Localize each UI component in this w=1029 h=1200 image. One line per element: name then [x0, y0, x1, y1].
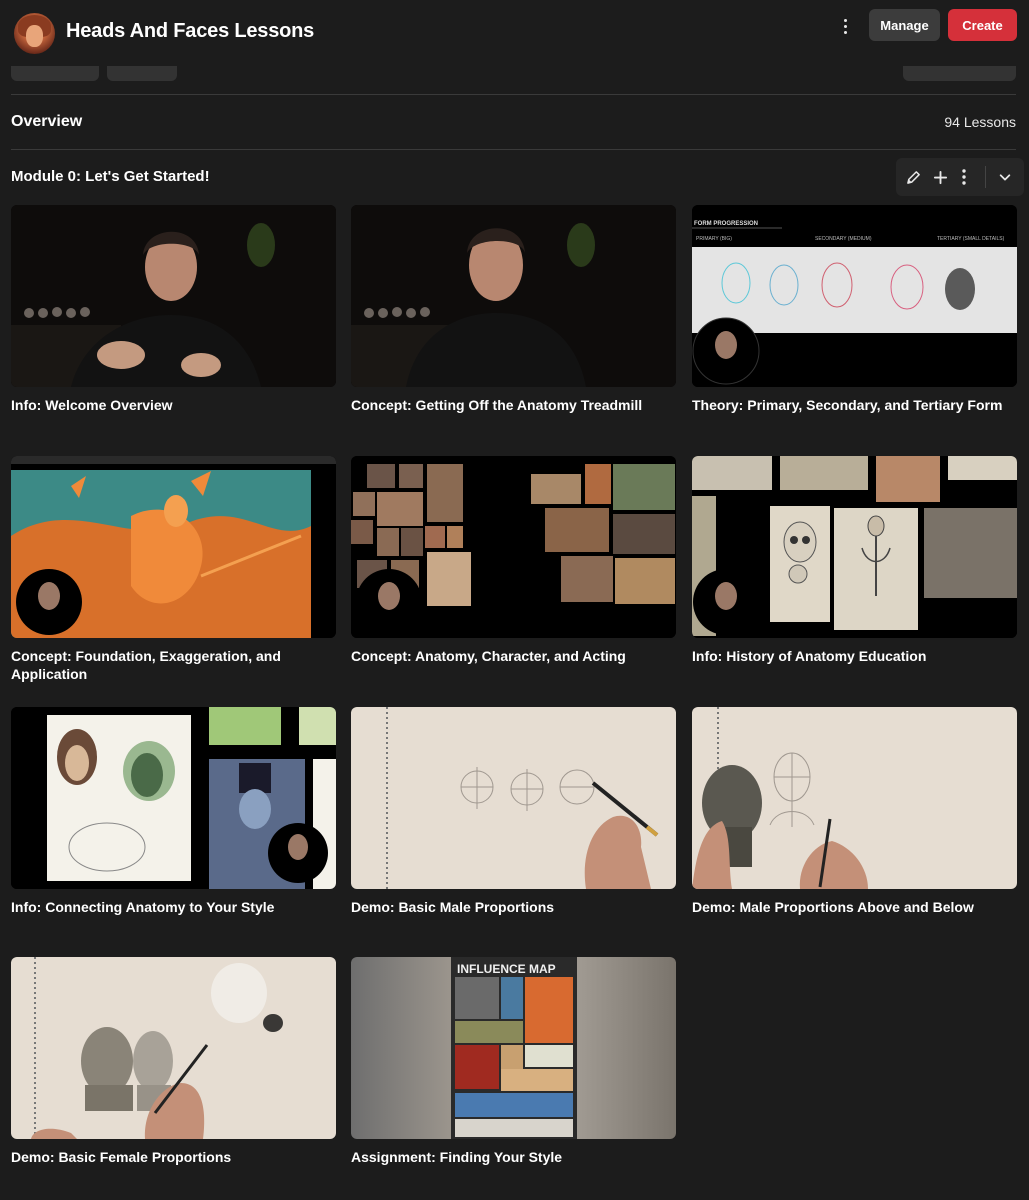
lesson-title: Concept: Foundation, Exaggeration, and A… — [11, 648, 281, 682]
lesson-card[interactable]: INFLUENCE MAP Assignment: Finding Your S… — [351, 957, 676, 1166]
toolbar-separator — [985, 166, 986, 188]
page-title: Heads And Faces Lessons — [66, 20, 315, 42]
lesson-title: Demo: Male Proportions Above and Below — [692, 899, 974, 915]
lesson-thumbnail[interactable] — [351, 205, 676, 387]
lesson-title: Theory: Primary, Secondary, and Tertiary… — [692, 397, 1003, 413]
lesson-thumbnail[interactable] — [11, 707, 336, 889]
thumb-label: SECONDARY (MEDIUM) — [815, 236, 872, 242]
create-button[interactable]: Create — [948, 9, 1017, 41]
lesson-card[interactable]: Info: Connecting Anatomy to Your Style — [11, 707, 336, 916]
pencil-icon[interactable] — [900, 158, 926, 196]
chevron-down-icon[interactable] — [992, 158, 1018, 196]
lesson-title: Concept: Anatomy, Character, and Acting — [351, 648, 626, 664]
filter-pill[interactable] — [11, 66, 99, 81]
course-avatar[interactable] — [14, 13, 55, 54]
module-title: Module 0: Let's Get Started! — [11, 168, 210, 185]
thumb-label: TERTIARY (SMALL DETAILS) — [937, 236, 1005, 242]
lesson-thumbnail[interactable]: INFLUENCE MAP — [351, 957, 676, 1139]
kebab-menu-icon[interactable] — [951, 158, 977, 196]
kebab-menu-icon[interactable] — [836, 14, 854, 38]
lesson-thumbnail[interactable]: FORM PROGRESSION PRIMARY (BIG) SECONDARY… — [692, 205, 1017, 387]
lesson-card[interactable]: FORM PROGRESSION PRIMARY (BIG) SECONDARY… — [692, 205, 1017, 414]
plus-icon[interactable] — [927, 158, 953, 196]
lesson-thumbnail[interactable] — [351, 707, 676, 889]
lesson-thumbnail[interactable] — [692, 707, 1017, 889]
lesson-thumbnail[interactable] — [351, 456, 676, 638]
thumb-heading: INFLUENCE MAP — [457, 962, 556, 976]
lesson-title: Demo: Basic Male Proportions — [351, 899, 555, 915]
lesson-title: Info: Connecting Anatomy to Your Style — [11, 899, 275, 915]
lesson-card[interactable]: Concept: Anatomy, Character, and Acting — [351, 456, 676, 665]
manage-button[interactable]: Manage — [869, 9, 940, 41]
lesson-card[interactable]: Concept: Getting Off the Anatomy Treadmi… — [351, 205, 676, 414]
lesson-card[interactable]: Info: Welcome Overview — [11, 205, 336, 414]
lesson-card[interactable]: Demo: Basic Male Proportions — [351, 707, 676, 916]
lesson-thumbnail[interactable] — [11, 205, 336, 387]
lesson-title: Concept: Getting Off the Anatomy Treadmi… — [351, 397, 643, 413]
lesson-thumbnail[interactable] — [692, 456, 1017, 638]
app-header: Heads And Faces Lessons Manage Create — [0, 0, 1029, 66]
thumb-label: PRIMARY (BIG) — [696, 236, 732, 242]
lesson-thumbnail[interactable] — [11, 957, 336, 1139]
lesson-count: 94 Lessons — [944, 114, 1016, 130]
lesson-title: Info: Welcome Overview — [11, 397, 173, 413]
lesson-thumbnail[interactable] — [11, 456, 336, 638]
lesson-card[interactable]: Demo: Male Proportions Above and Below — [692, 707, 1017, 916]
thumb-heading: FORM PROGRESSION — [694, 221, 758, 227]
lesson-title: Demo: Basic Female Proportions — [11, 1149, 232, 1165]
divider — [11, 94, 1016, 95]
module-toolbar — [896, 158, 1024, 196]
lesson-card[interactable]: Info: History of Anatomy Education — [692, 456, 1017, 665]
lesson-title: Info: History of Anatomy Education — [692, 648, 927, 664]
overview-label: Overview — [11, 113, 83, 130]
lesson-title: Assignment: Finding Your Style — [351, 1149, 563, 1165]
lesson-card[interactable]: Demo: Basic Female Proportions — [11, 957, 336, 1166]
sort-pill[interactable] — [903, 66, 1016, 81]
lesson-card[interactable]: Concept: Foundation, Exaggeration, and A… — [11, 456, 336, 683]
divider — [11, 149, 1016, 150]
filter-pill[interactable] — [107, 66, 177, 81]
